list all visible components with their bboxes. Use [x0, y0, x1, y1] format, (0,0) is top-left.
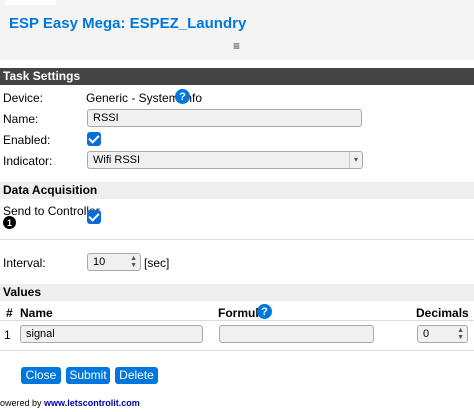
chevron-down-icon: ▾ — [349, 152, 362, 168]
enabled-label: Enabled: — [3, 133, 51, 147]
interval-input[interactable]: 10 ▲ ▼ — [87, 253, 141, 271]
divider — [0, 239, 474, 240]
interval-label: Interval: — [3, 256, 46, 270]
send-to-controller-checkbox[interactable] — [87, 210, 101, 224]
controller-number-badge: 1 — [3, 216, 16, 229]
footer-prefix: owered by — [0, 398, 45, 408]
table-divider — [0, 350, 474, 351]
data-acquisition-header: Data Acquisition — [0, 182, 474, 199]
delete-button[interactable]: Delete — [115, 367, 158, 384]
device-label: Device: — [3, 91, 44, 105]
col-name-header: Name — [20, 306, 53, 320]
interval-unit: [sec] — [144, 256, 170, 270]
send-to-controller-label: Send to Controller — [3, 204, 100, 218]
indicator-label: Indicator: — [3, 154, 53, 168]
page-title: ESP Easy Mega: ESPEZ_Laundry — [9, 15, 247, 32]
page-header: ESP Easy Mega: ESPEZ_Laundry ≡ — [0, 5, 474, 60]
decimals-value: 0 — [423, 328, 430, 340]
row-index: 1 — [4, 328, 11, 342]
stepper-arrows-icon[interactable]: ▲ ▼ — [457, 327, 464, 341]
footer-link[interactable]: www.letscontrolit.com — [44, 398, 140, 408]
table-header-divider — [0, 320, 474, 321]
formula-help-icon[interactable]: ? — [257, 304, 272, 319]
name-input[interactable]: RSSI — [87, 109, 362, 127]
interval-value: 10 — [93, 256, 106, 268]
footer: owered by www.letscontrolit.com — [0, 398, 140, 408]
value-formula-input[interactable] — [219, 325, 374, 343]
value-decimals-input[interactable]: 0 ▲ ▼ — [417, 325, 468, 343]
submit-button[interactable]: Submit — [66, 367, 110, 384]
enabled-checkbox[interactable] — [87, 132, 101, 146]
name-label: Name: — [3, 112, 39, 126]
task-settings-header: Task Settings — [0, 68, 474, 85]
stepper-arrows-icon[interactable]: ▲ ▼ — [130, 255, 137, 269]
close-button[interactable]: Close — [21, 367, 61, 384]
value-name-input[interactable]: signal — [20, 325, 203, 343]
device-help-icon[interactable]: ? — [175, 89, 190, 104]
indicator-selected-value: Wifi RSSI — [93, 154, 141, 166]
menu-icon[interactable]: ≡ — [233, 39, 240, 53]
values-header: Values — [0, 284, 474, 301]
col-index-header: # — [6, 306, 13, 320]
indicator-select[interactable]: Wifi RSSI ▾ — [87, 151, 363, 169]
col-decimals-header: Decimals — [416, 306, 469, 320]
